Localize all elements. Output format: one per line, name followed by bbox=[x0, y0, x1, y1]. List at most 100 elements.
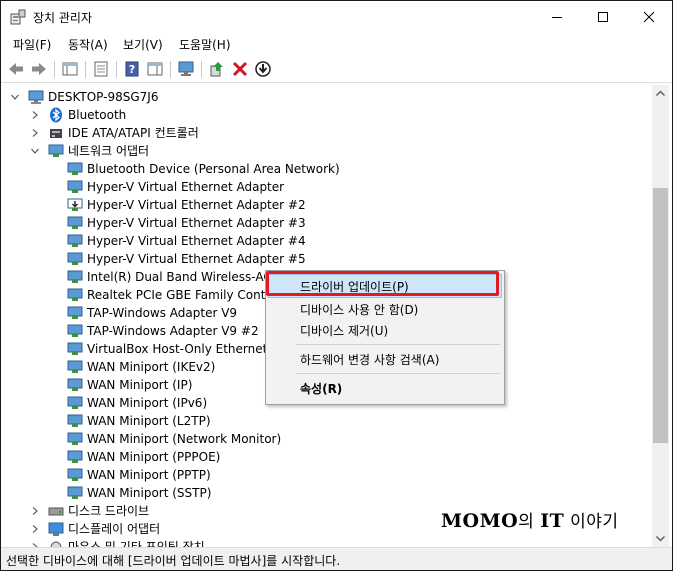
network-adapter-item[interactable]: Hyper-V Virtual Ethernet Adapter #2 bbox=[2, 196, 642, 214]
network-adapter-icon bbox=[67, 378, 83, 391]
mouse-icon bbox=[50, 541, 62, 547]
tree-root[interactable]: DESKTOP-98SG7J6 bbox=[2, 88, 642, 106]
network-adapter-label: TAP-Windows Adapter V9 #2 bbox=[87, 324, 259, 338]
network-adapter-icon bbox=[67, 432, 83, 445]
toolbar-separator bbox=[201, 61, 202, 78]
action-pane-button[interactable] bbox=[146, 60, 164, 78]
display-adapter-icon bbox=[48, 522, 64, 536]
forward-button[interactable] bbox=[30, 60, 48, 78]
network-adapter-item[interactable]: WAN Miniport (Network Monitor) bbox=[2, 430, 642, 448]
network-adapter-item[interactable]: Hyper-V Virtual Ethernet Adapter #4 bbox=[2, 232, 642, 250]
network-adapter-item[interactable]: Hyper-V Virtual Ethernet Adapter bbox=[2, 178, 642, 196]
download-driver-button[interactable] bbox=[254, 60, 272, 78]
network-adapter-item[interactable]: WAN Miniport (SSTP) bbox=[2, 484, 642, 502]
chevron-right-icon[interactable] bbox=[31, 507, 39, 515]
network-adapter-label: WAN Miniport (PPPOE) bbox=[87, 450, 221, 464]
tree-category-network[interactable]: 네트워크 어댑터 bbox=[2, 142, 642, 160]
watermark-end: 이야기 bbox=[564, 512, 619, 532]
red-x-icon bbox=[232, 61, 248, 77]
network-adapter-icon bbox=[67, 396, 83, 409]
watermark-brand: MOMO bbox=[441, 510, 519, 532]
toolbar-separator bbox=[116, 61, 117, 78]
network-adapter-label: WAN Miniport (IPv6) bbox=[87, 396, 208, 410]
menu-view[interactable]: 보기(V) bbox=[123, 36, 163, 53]
download-arrow-icon bbox=[255, 61, 271, 77]
toolbar: ? bbox=[1, 56, 672, 83]
show-hide-console-tree-button[interactable] bbox=[61, 60, 79, 78]
network-adapter-icon bbox=[67, 270, 83, 283]
disk-drive-icon bbox=[48, 507, 64, 516]
highlight-annotation-box bbox=[266, 271, 499, 296]
toolbar-separator bbox=[85, 61, 86, 78]
tree-category-bluetooth[interactable]: Bluetooth bbox=[2, 106, 642, 124]
back-arrow-icon bbox=[9, 63, 23, 75]
uninstall-device-button[interactable] bbox=[231, 60, 249, 78]
close-button[interactable] bbox=[626, 1, 672, 33]
menu-help[interactable]: 도움말(H) bbox=[179, 36, 231, 53]
network-adapter-item[interactable]: WAN Miniport (PPTP) bbox=[2, 466, 642, 484]
tree-category-mouse[interactable]: 마우스 및 기타 포인팅 장치 bbox=[2, 538, 642, 547]
network-adapter-icon bbox=[67, 450, 83, 463]
toolbar-separator bbox=[170, 61, 171, 78]
tree-category-label: 네트워크 어댑터 bbox=[68, 144, 150, 158]
menu-file[interactable]: 파일(F) bbox=[13, 36, 51, 53]
svg-text:?: ? bbox=[129, 63, 135, 76]
network-adapter-label: Hyper-V Virtual Ethernet Adapter #2 bbox=[87, 198, 306, 212]
console-tree-icon bbox=[62, 62, 78, 76]
chevron-right-icon[interactable] bbox=[31, 129, 39, 137]
chevron-right-icon[interactable] bbox=[31, 525, 39, 533]
tree-category-label: 마우스 및 기타 포인팅 장치 bbox=[68, 540, 205, 547]
network-adapter-item[interactable]: WAN Miniport (PPPOE) bbox=[2, 448, 642, 466]
menu-item-uninstall-device[interactable]: 디바이스 제거(U) bbox=[300, 322, 388, 339]
network-adapter-label: Realtek PCIe GBE Family Controll bbox=[87, 288, 285, 302]
network-adapter-item[interactable]: Bluetooth Device (Personal Area Network) bbox=[2, 160, 642, 178]
network-adapter-item[interactable]: Hyper-V Virtual Ethernet Adapter #3 bbox=[2, 214, 642, 232]
minimize-icon bbox=[552, 17, 562, 18]
help-button[interactable]: ? bbox=[123, 60, 141, 78]
update-driver-toolbar-button[interactable] bbox=[208, 60, 226, 78]
maximize-button[interactable] bbox=[580, 1, 626, 33]
chevron-down-icon[interactable] bbox=[11, 93, 19, 101]
computer-icon bbox=[28, 90, 44, 104]
toolbar-separator bbox=[54, 61, 55, 78]
menu-item-scan-hardware[interactable]: 하드웨어 변경 사항 검색(A) bbox=[300, 351, 439, 368]
network-adapter-icon bbox=[67, 216, 83, 229]
minimize-button[interactable] bbox=[534, 1, 580, 33]
network-adapter-icon bbox=[67, 324, 83, 337]
network-adapter-label: Intel(R) Dual Band Wireless-AC 8 bbox=[87, 270, 284, 284]
back-button[interactable] bbox=[7, 60, 25, 78]
network-adapter-icon bbox=[67, 288, 83, 301]
menu-action[interactable]: 동작(A) bbox=[68, 36, 108, 53]
network-adapter-icon bbox=[67, 180, 83, 193]
menu-item-disable-device[interactable]: 디바이스 사용 안 함(D) bbox=[300, 301, 418, 318]
status-bar: 선택한 디바이스에 대해 [드라이버 업데이트 마법사]를 시작합니다. bbox=[1, 547, 672, 570]
scan-hardware-button[interactable] bbox=[177, 60, 195, 78]
tree-category-ide[interactable]: IDE ATA/ATAPI 컨트롤러 bbox=[2, 124, 642, 142]
scrollbar-thumb[interactable] bbox=[653, 188, 668, 443]
network-adapter-label: WAN Miniport (Network Monitor) bbox=[87, 432, 282, 446]
vertical-scrollbar[interactable] bbox=[652, 85, 669, 547]
network-adapter-download-icon bbox=[67, 198, 83, 211]
chevron-down-icon[interactable] bbox=[31, 147, 39, 155]
menu-separator bbox=[296, 373, 500, 374]
scroll-down-arrow-icon[interactable] bbox=[652, 530, 669, 547]
network-adapter-item[interactable]: Hyper-V Virtual Ethernet Adapter #5 bbox=[2, 250, 642, 268]
network-adapter-label: VirtualBox Host-Only Ethernet Ac bbox=[87, 342, 286, 356]
forward-arrow-icon bbox=[32, 63, 46, 75]
bluetooth-icon bbox=[50, 107, 62, 123]
properties-button[interactable] bbox=[92, 60, 110, 78]
status-text: 선택한 디바이스에 대해 [드라이버 업데이트 마법사]를 시작합니다. bbox=[6, 554, 341, 568]
network-adapter-label: Hyper-V Virtual Ethernet Adapter #5 bbox=[87, 252, 306, 266]
menu-item-properties[interactable]: 속성(R) bbox=[300, 380, 342, 397]
scroll-up-arrow-icon[interactable] bbox=[652, 85, 669, 102]
network-adapter-icon bbox=[67, 252, 83, 265]
maximize-icon bbox=[598, 12, 608, 22]
monitor-scan-icon bbox=[178, 61, 194, 76]
watermark-it: IT bbox=[540, 510, 565, 532]
network-adapter-item[interactable]: WAN Miniport (L2TP) bbox=[2, 412, 642, 430]
device-manager-icon bbox=[10, 9, 26, 25]
chevron-right-icon[interactable] bbox=[31, 111, 39, 119]
network-adapter-icon bbox=[67, 162, 83, 175]
watermark-mid: 의 bbox=[518, 512, 541, 532]
update-driver-icon bbox=[210, 62, 223, 77]
